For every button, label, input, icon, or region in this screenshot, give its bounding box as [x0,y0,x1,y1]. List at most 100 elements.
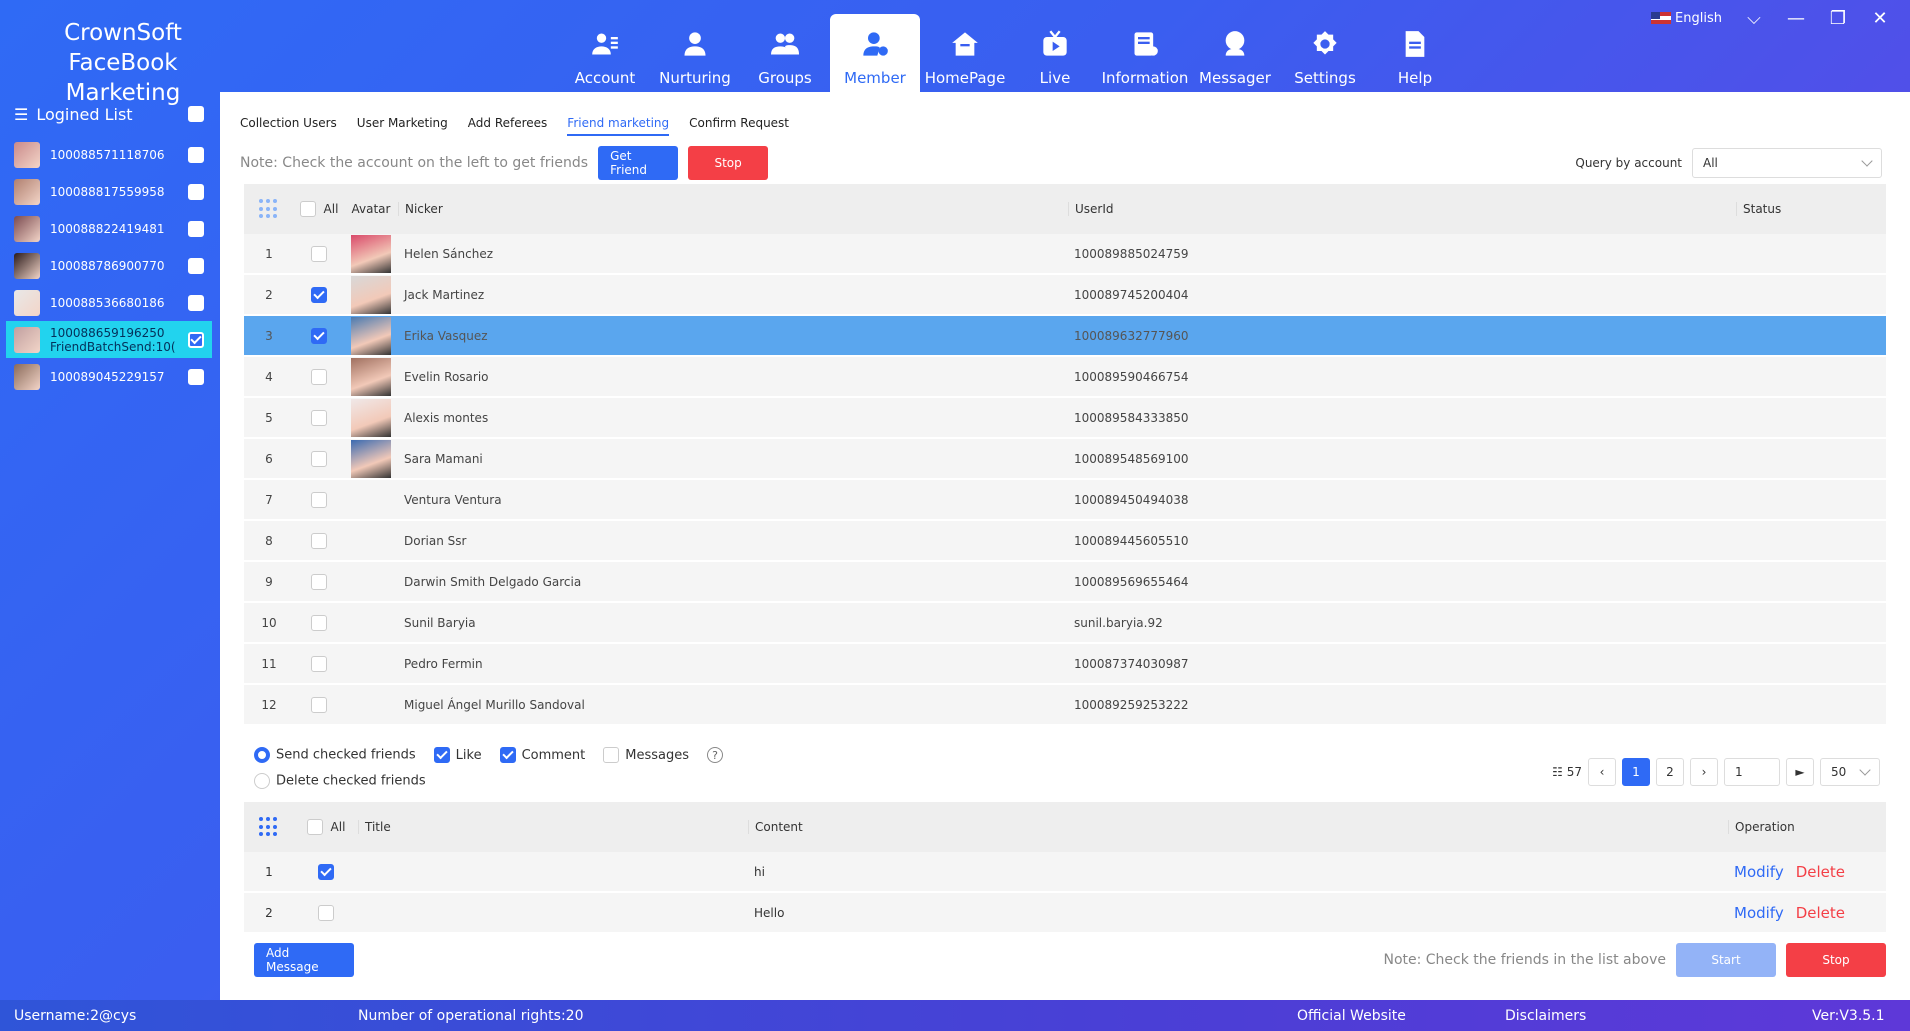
minimize-icon[interactable]: — [1786,8,1806,29]
send-checked-radio[interactable]: Send checked friends [254,747,416,763]
row-checkbox[interactable] [311,409,327,426]
account-item[interactable]: 100088571118706 [0,136,218,173]
page-1-button[interactable]: 1 [1622,758,1650,786]
account-checkbox[interactable] [188,220,204,237]
nav-settings[interactable]: Settings [1280,14,1370,92]
subtab-collection-users[interactable]: Collection Users [240,116,337,136]
like-checkbox[interactable] [433,747,450,763]
account-item[interactable]: 100088536680186 [0,284,218,321]
account-checkbox[interactable] [188,368,204,385]
table-row[interactable]: 2 Jack Martinez 100089745200404 [244,275,1886,316]
row-checkbox[interactable] [311,368,327,385]
select-all-messages-checkbox[interactable] [306,819,323,835]
nav-groups[interactable]: Groups [740,14,830,92]
table-row[interactable]: 8 Dorian Ssr 100089445605510 [244,521,1886,562]
delete-button[interactable]: Delete [1796,904,1845,922]
table-row[interactable]: 7 Ventura Ventura 100089450494038 [244,480,1886,521]
row-checkbox[interactable] [311,696,327,713]
start-button[interactable]: Start [1676,943,1776,977]
row-checkbox[interactable] [311,327,327,344]
row-checkbox[interactable] [311,491,327,508]
messages-checkbox[interactable] [603,747,620,763]
stop-send-button[interactable]: Stop [1786,943,1886,977]
select-all-checkbox[interactable] [299,201,316,217]
like-option[interactable]: Like [433,747,482,763]
nav-account[interactable]: Account [560,14,650,92]
row-checkbox[interactable] [311,286,327,303]
select-all-accounts-checkbox[interactable] [188,106,204,122]
table-row[interactable]: 1 Helen Sánchez 100089885024759 [244,234,1886,275]
go-page-button[interactable]: ► [1786,758,1814,786]
nav-messager[interactable]: Messager [1190,14,1280,92]
table-row[interactable]: 12 Miguel Ángel Murillo Sandoval 100089259… [244,685,1886,726]
friend-nick: Helen Sánchez [404,246,494,261]
comment-checkbox[interactable] [499,747,516,763]
row-checkbox[interactable] [311,532,327,549]
table-row[interactable]: 4 Evelin Rosario 100089590466754 [244,357,1886,398]
table-row[interactable]: 6 Sara Mamani 100089548569100 [244,439,1886,480]
restore-icon[interactable]: ❐ [1828,8,1848,29]
account-item[interactable]: 100088822419481 [0,210,218,247]
nav-help[interactable]: Help [1370,14,1460,92]
delete-checked-radio[interactable]: Delete checked friends [254,773,426,789]
nav-homepage[interactable]: HomePage [920,14,1010,92]
account-item[interactable]: 100089045229157 [0,358,218,395]
nav-label: Messager [1199,69,1271,87]
account-checkbox[interactable] [188,183,204,200]
table-row[interactable]: 9 Darwin Smith Delgado Garcia 100089569655… [244,562,1886,603]
table-row[interactable]: 3 Erika Vasquez 100089632777960 [244,316,1886,357]
modify-button[interactable]: Modify [1734,904,1784,922]
column-settings[interactable] [244,817,294,837]
table-row[interactable]: 10 Sunil Baryia sunil.baryia.92 [244,603,1886,644]
row-checkbox[interactable] [318,904,334,921]
logined-list-header: ☰ Logined List [0,92,218,136]
account-item[interactable]: 100088786900770 [0,247,218,284]
help-icon[interactable]: ? [707,747,724,763]
messages-option[interactable]: Messages [603,747,689,763]
nav-nurturing[interactable]: Nurturing [650,14,740,92]
account-checkbox[interactable] [188,146,204,163]
add-message-button[interactable]: Add Message [254,943,354,977]
table-row[interactable]: 5 Alexis montes 100089584333850 [244,398,1886,439]
page-2-button[interactable]: 2 [1656,758,1684,786]
close-icon[interactable]: ✕ [1870,8,1890,29]
table-row[interactable]: 2 Hello Modify Delete [244,893,1886,934]
row-checkbox[interactable] [311,450,327,467]
language-select[interactable]: English [1651,11,1722,26]
query-select[interactable]: All [1692,148,1882,178]
subtab-user-marketing[interactable]: User Marketing [357,116,448,136]
account-item[interactable]: 100088817559958 [0,173,218,210]
delete-button[interactable]: Delete [1796,863,1845,881]
account-checkbox[interactable] [188,294,204,311]
next-page-button[interactable]: › [1690,758,1718,786]
subtab-friend-marketing[interactable]: Friend marketing [567,116,670,136]
row-checkbox[interactable] [318,863,334,880]
row-checkbox[interactable] [311,573,327,590]
page-size-select[interactable]: 50 [1820,758,1880,786]
account-checkbox[interactable] [188,257,204,274]
nav-member[interactable]: Member [830,14,920,92]
nav-information[interactable]: Information [1100,14,1190,92]
account-item[interactable]: 100088659196250 FriendBatchSend:10( [6,321,212,358]
dropdown-icon[interactable]: ⌵ [1744,8,1764,29]
row-checkbox[interactable] [311,245,327,262]
get-friend-button[interactable]: Get Friend [598,146,679,180]
subtab-add-referees[interactable]: Add Referees [468,116,548,136]
row-checkbox[interactable] [311,614,327,631]
comment-option[interactable]: Comment [499,747,585,763]
stop-button[interactable]: Stop [688,146,769,180]
modify-button[interactable]: Modify [1734,863,1784,881]
page-jump-input[interactable]: 1 [1724,758,1780,786]
subtab-confirm-request[interactable]: Confirm Request [689,116,789,136]
disclaimers-link[interactable]: Disclaimers [1505,1008,1586,1024]
table-row[interactable]: 1 hi Modify Delete [244,852,1886,893]
column-settings[interactable] [244,199,294,219]
nav-live[interactable]: Live [1010,14,1100,92]
select-all[interactable]: All [294,201,344,217]
row-checkbox[interactable] [311,655,327,672]
account-checkbox[interactable] [188,331,204,348]
official-website-link[interactable]: Official Website [1297,1008,1406,1024]
prev-page-button[interactable]: ‹ [1588,758,1616,786]
table-row[interactable]: 11 Pedro Fermin 100087374030987 [244,644,1886,685]
select-all[interactable]: All [294,819,358,835]
